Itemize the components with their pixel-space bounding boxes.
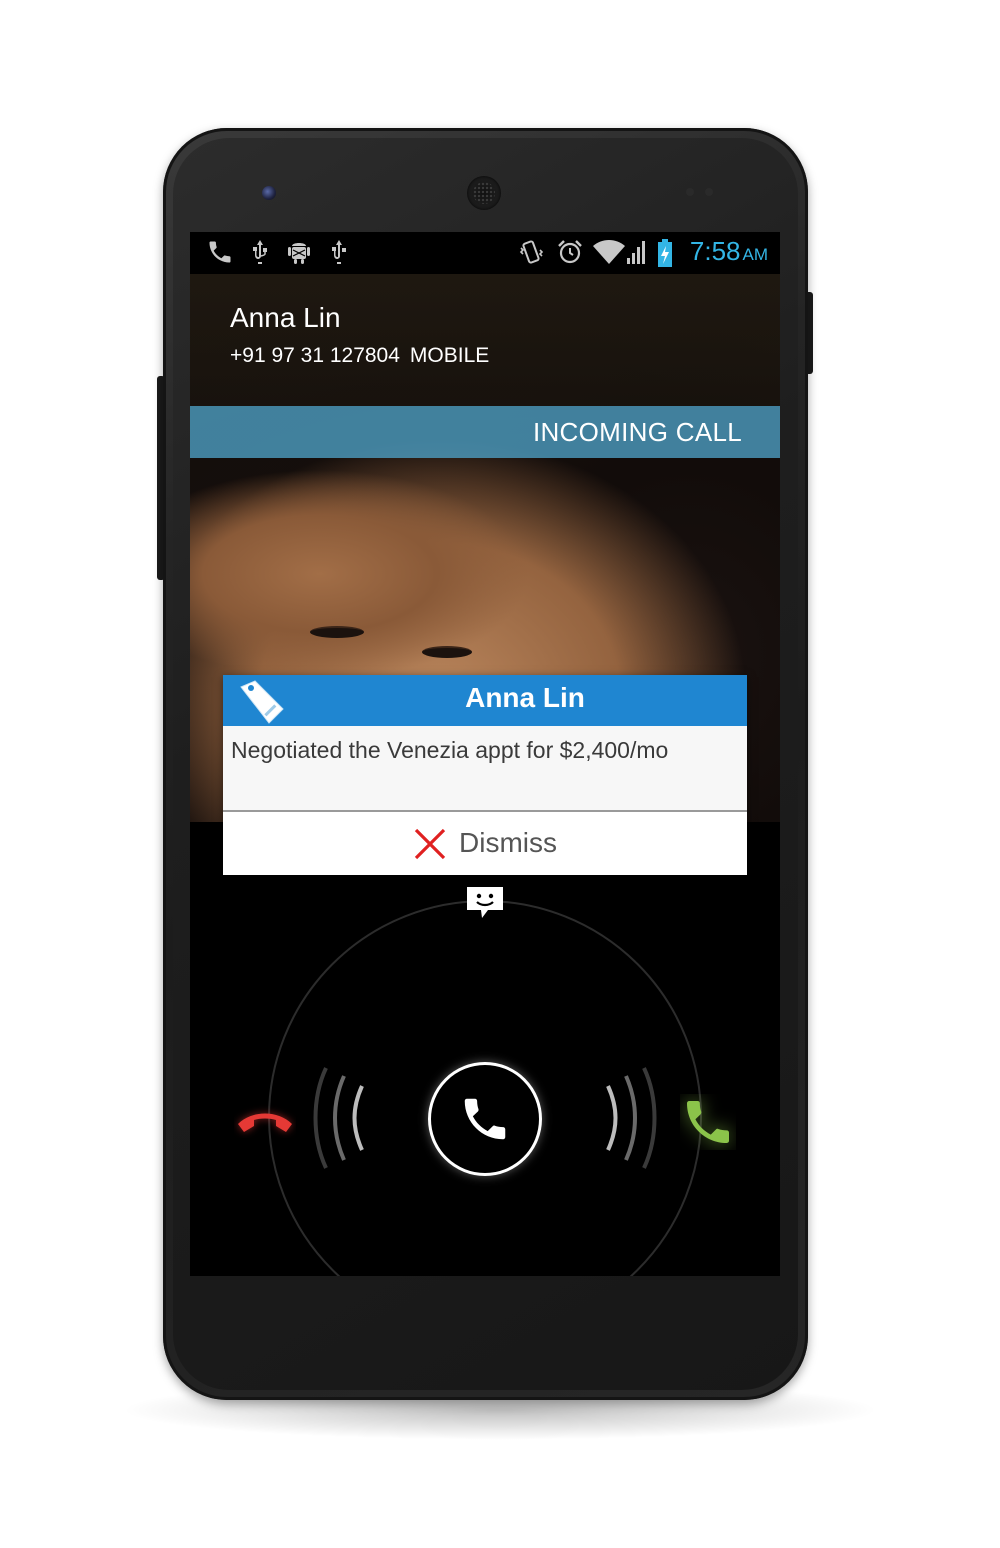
note-card-header: Anna Lin xyxy=(223,675,747,726)
phone-icon xyxy=(209,241,231,263)
left-wave-icon xyxy=(313,1067,364,1169)
answer-call-icon[interactable] xyxy=(680,1094,736,1150)
photo-detail xyxy=(422,646,472,658)
vibrate-icon xyxy=(519,240,544,264)
note-card-text: Negotiated the Venezia appt for $2,400/m… xyxy=(231,737,669,763)
wifi-icon xyxy=(593,240,625,264)
caller-info-overlay xyxy=(190,274,780,406)
right-wave-icon xyxy=(606,1067,657,1169)
device-stage: 7:58 AM Anna Lin +91 97 31 127804 MOBILE I… xyxy=(0,0,1000,1548)
signal-icon xyxy=(627,241,645,264)
call-state-banner: INCOMING CALL xyxy=(190,406,780,458)
status-bar: 7:58 AM xyxy=(190,232,780,274)
usb-icon xyxy=(253,240,267,264)
clock-ampm: AM xyxy=(742,245,769,264)
caller-name: Anna Lin xyxy=(230,302,341,333)
dismiss-label: Dismiss xyxy=(459,827,557,858)
usb-icon xyxy=(332,240,346,264)
close-icon xyxy=(414,828,446,860)
alarm-icon xyxy=(558,240,582,264)
dismiss-button[interactable]: Dismiss xyxy=(223,812,747,875)
android-debug-icon xyxy=(288,243,310,264)
note-card-title: Anna Lin xyxy=(465,682,585,713)
status-clock: 7:58 AM xyxy=(690,236,768,267)
caller-number: +91 97 31 127804 xyxy=(230,344,400,367)
battery-charging-icon xyxy=(658,239,672,267)
earpiece-speaker xyxy=(467,176,501,210)
call-state-label: INCOMING CALL xyxy=(532,417,742,447)
front-camera xyxy=(262,186,276,200)
caller-number-type: MOBILE xyxy=(409,344,490,367)
caller-note-card: Anna Lin Negotiated the Venezia appt for… xyxy=(223,675,747,875)
light-sensor xyxy=(705,188,713,196)
phone-handle-icon xyxy=(464,1098,506,1140)
clock-time: 7:58 xyxy=(689,236,741,266)
answer-handle[interactable] xyxy=(428,1062,542,1176)
sms-reply-icon[interactable] xyxy=(464,884,506,922)
photo-detail xyxy=(310,626,364,638)
caller-number-line: +91 97 31 127804 MOBILE xyxy=(230,344,489,368)
proximity-sensor xyxy=(686,188,694,196)
decline-call-icon[interactable] xyxy=(234,1104,296,1138)
